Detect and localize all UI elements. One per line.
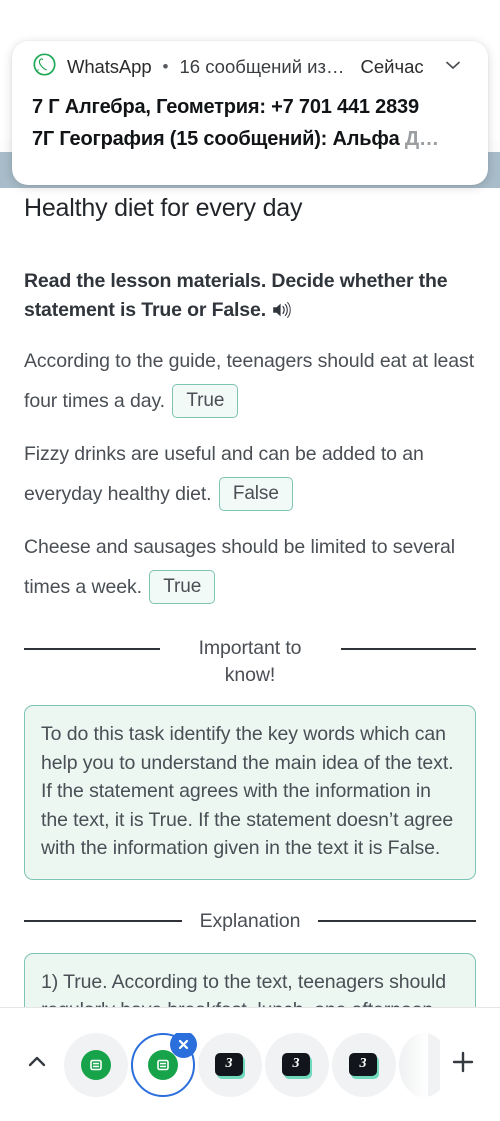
- browser-tab-bar: 3 3 3: [0, 1007, 500, 1121]
- green-circle-favicon: [81, 1049, 111, 1080]
- explanation-divider: Explanation: [24, 908, 476, 935]
- statement-row-1: According to the guide, teenagers should…: [24, 341, 476, 421]
- screen-root: WhatsApp • 16 сообщений из… Сейчас 7 Г А…: [0, 0, 500, 1121]
- answer-box-3[interactable]: True: [149, 570, 216, 604]
- close-x-icon[interactable]: [170, 1032, 197, 1058]
- statement-row-3: Cheese and sausages should be limited to…: [24, 527, 476, 607]
- notification-message-2-truncated: Д…: [404, 128, 439, 150]
- divider-rule-right: [340, 648, 476, 650]
- dark-three-favicon: 3: [215, 1052, 245, 1079]
- whatsapp-notification-card[interactable]: WhatsApp • 16 сообщений из… Сейчас 7 Г А…: [12, 41, 488, 185]
- tab-item-partial[interactable]: [399, 1032, 440, 1097]
- new-tab-button[interactable]: [440, 1039, 486, 1091]
- chevron-up-icon: [24, 1049, 50, 1080]
- divider-rule-left: [24, 920, 182, 922]
- task-instruction: Read the lesson materials. Decide whethe…: [24, 267, 476, 328]
- speaker-icon[interactable]: [272, 302, 292, 324]
- important-callout: To do this task identify the key words w…: [24, 705, 476, 880]
- notification-message-2: 7Г География (15 сообщений): Альфа Д…: [32, 123, 468, 155]
- notification-app-name: WhatsApp: [67, 56, 152, 77]
- scroll-up-button[interactable]: [14, 1039, 60, 1091]
- divider-rule-left: [24, 648, 160, 650]
- tab-item[interactable]: 3: [198, 1032, 262, 1097]
- task-instruction-text: Read the lesson materials. Decide whethe…: [24, 270, 448, 321]
- statement-text-1: According to the guide, teenagers should…: [24, 350, 475, 412]
- answer-box-2[interactable]: False: [218, 477, 293, 511]
- lesson-content: Healthy diet for every day Read the less…: [0, 185, 500, 1070]
- dark-three-favicon: 3: [349, 1052, 379, 1079]
- tab-item[interactable]: 3: [265, 1032, 329, 1097]
- favicon-plate: 3: [215, 1052, 243, 1076]
- tab-item[interactable]: [64, 1032, 128, 1097]
- page-title: Healthy diet for every day: [24, 194, 303, 222]
- tab-item[interactable]: 3: [332, 1032, 396, 1097]
- answer-box-1[interactable]: True: [172, 384, 239, 418]
- notification-separator: •: [162, 57, 169, 76]
- notification-header: WhatsApp • 16 сообщений из… Сейчас: [32, 41, 468, 91]
- tab-item-active[interactable]: [131, 1032, 197, 1097]
- notification-time: Сейчас: [360, 56, 424, 77]
- tab-list[interactable]: 3 3 3: [64, 1032, 440, 1097]
- important-divider: Important to know!: [24, 635, 476, 689]
- favicon-plate: 3: [282, 1052, 310, 1076]
- notification-message-1: 7 Г Алгебра, Геометрия: +7 701 441 2839: [32, 96, 419, 118]
- divider-rule-right: [318, 920, 476, 922]
- whatsapp-icon: [32, 52, 57, 82]
- important-divider-label: Important to know!: [198, 637, 302, 686]
- notification-summary: 16 сообщений из…: [179, 56, 345, 77]
- tab-bar-inner: 3 3 3: [14, 1008, 486, 1121]
- explanation-divider-label: Explanation: [199, 909, 301, 932]
- plus-icon: [448, 1047, 478, 1082]
- dark-three-favicon: 3: [282, 1052, 312, 1079]
- chevron-down-icon[interactable]: [442, 54, 464, 81]
- favicon-plate: 3: [349, 1052, 377, 1076]
- statement-row-2: Fizzy drinks are useful and can be added…: [24, 434, 476, 514]
- statement-text-3: Cheese and sausages should be limited to…: [24, 536, 455, 598]
- notification-message-2-text: 7Г География (15 сообщений): Альфа: [32, 128, 405, 150]
